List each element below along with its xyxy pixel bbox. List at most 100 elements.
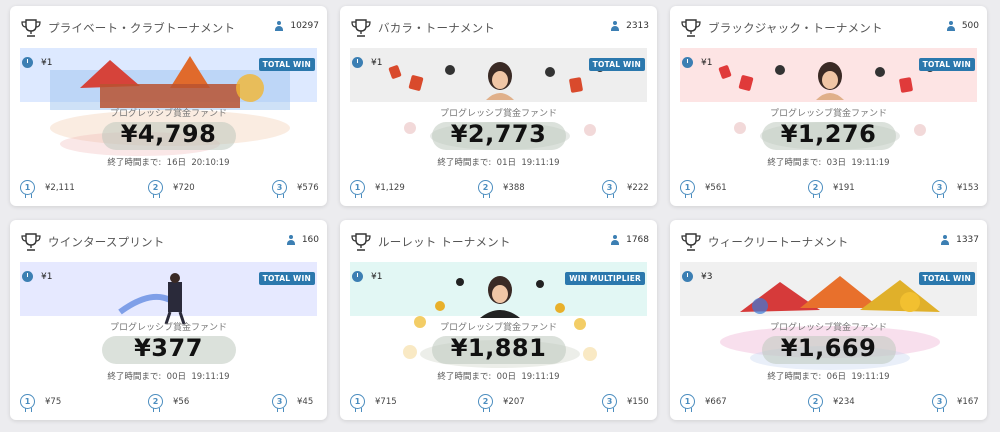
bet-value: ¥1 (41, 271, 53, 282)
bet-amount: ¥3 (682, 271, 712, 282)
player-count-value: 1768 (626, 235, 649, 245)
card-header: ブラックジャック・トーナメント 500 (670, 6, 987, 46)
prize-2: 2 ¥56 (148, 394, 190, 412)
tournament-card[interactable]: ルーレット トーナメント 1768 ¥1 WIN MULTIPLIER プログレ… (340, 220, 657, 420)
player-count-value: 2313 (626, 21, 649, 31)
trophy-icon (350, 18, 372, 38)
prize-value: ¥2,111 (45, 182, 75, 193)
medal-icon: 3 (602, 394, 617, 412)
prize-1: 1 ¥1,129 (350, 180, 405, 198)
prize-value: ¥45 (297, 396, 314, 407)
time-remaining: 終了時間まで: 03日 19:11:19 (767, 158, 890, 168)
clock-icon (352, 271, 363, 282)
prize-value: ¥561 (705, 182, 727, 193)
card-header: プライベート・クラブトーナメント 10297 (10, 6, 327, 46)
prize-row: 1 ¥667 2 ¥234 3 ¥167 (670, 394, 987, 412)
tournament-title: ルーレット トーナメント (378, 235, 511, 249)
bet-amount: ¥1 (682, 57, 712, 68)
prize-2: 2 ¥388 (478, 180, 525, 198)
win-type-badge: TOTAL WIN (588, 58, 645, 71)
medal-icon: 2 (808, 180, 823, 198)
prize-value: ¥150 (627, 396, 649, 407)
time-remaining: 終了時間まで: 01日 19:11:19 (437, 158, 560, 168)
trophy-icon (20, 232, 42, 252)
fund-label: プログレッシブ賞金ファンド (769, 109, 887, 119)
prize-1: 1 ¥561 (680, 180, 727, 198)
fund-label: プログレッシブ賞金ファンド (769, 323, 887, 333)
medal-icon: 3 (932, 394, 947, 412)
bet-value: ¥1 (371, 271, 383, 282)
player-count: 1768 (610, 235, 649, 245)
tournament-card[interactable]: プライベート・クラブトーナメント 10297 ¥1 TOTAL WIN プログレ… (10, 6, 327, 206)
win-type-badge: WIN MULTIPLIER (565, 272, 645, 285)
medal-icon: 3 (272, 394, 287, 412)
fund-value: ¥377 (134, 334, 203, 362)
fund-value: ¥1,276 (780, 120, 877, 148)
prize-value: ¥153 (957, 182, 979, 193)
fund-label: プログレッシブ賞金ファンド (109, 323, 227, 333)
prize-value: ¥1,129 (375, 182, 405, 193)
prize-row: 1 ¥561 2 ¥191 3 ¥153 (670, 180, 987, 198)
medal-icon: 1 (680, 180, 695, 198)
win-type-badge: TOTAL WIN (918, 272, 975, 285)
user-icon (946, 21, 956, 31)
user-icon (286, 235, 296, 245)
user-icon (940, 235, 950, 245)
prize-row: 1 ¥1,129 2 ¥388 3 ¥222 (340, 180, 657, 198)
time-remaining: 終了時間まで: 00日 19:11:19 (437, 372, 560, 382)
time-remaining: 終了時間まで: 16日 20:10:19 (107, 158, 230, 168)
prize-value: ¥234 (833, 396, 855, 407)
prize-3: 3 ¥45 (272, 394, 314, 412)
prize-row: 1 ¥715 2 ¥207 3 ¥150 (340, 394, 657, 412)
fund-label: プログレッシブ賞金ファンド (439, 323, 557, 333)
win-type-badge: TOTAL WIN (258, 58, 315, 71)
tournament-title: ウインタースプリント (48, 235, 165, 249)
medal-icon: 2 (148, 180, 163, 198)
player-count-value: 500 (961, 21, 979, 31)
user-icon (274, 21, 284, 31)
card-header: バカラ・トーナメント 2313 (340, 6, 657, 46)
medal-icon: 3 (932, 180, 947, 198)
tournament-card[interactable]: ウィークリートーナメント 1337 ¥3 TOTAL WIN プログレッシブ賞金… (670, 220, 987, 420)
prize-value: ¥75 (45, 396, 62, 407)
prize-3: 3 ¥150 (602, 394, 649, 412)
medal-icon: 1 (680, 394, 695, 412)
prize-value: ¥388 (503, 182, 525, 193)
tournament-grid: プライベート・クラブトーナメント 10297 ¥1 TOTAL WIN プログレ… (0, 0, 1000, 432)
tournament-card[interactable]: ウインタースプリント 160 ¥1 TOTAL WIN プログレッシブ賞金ファン… (10, 220, 327, 420)
trophy-icon (350, 232, 372, 252)
fund-value: ¥1,881 (450, 334, 547, 362)
win-type-badge: TOTAL WIN (918, 58, 975, 71)
prize-row: 1 ¥2,111 2 ¥720 3 ¥576 (10, 180, 327, 198)
prize-value: ¥720 (173, 182, 195, 193)
prize-1: 1 ¥715 (350, 394, 397, 412)
fund-value: ¥2,773 (450, 120, 547, 148)
tournament-card[interactable]: バカラ・トーナメント 2313 ¥1 TOTAL WIN プログレッシブ賞金ファ… (340, 6, 657, 206)
prize-2: 2 ¥234 (808, 394, 855, 412)
time-remaining: 終了時間まで: 00日 19:11:19 (107, 372, 230, 382)
tournament-title: バカラ・トーナメント (378, 21, 495, 35)
trophy-icon (680, 232, 702, 252)
bet-value: ¥1 (41, 57, 53, 68)
medal-icon: 2 (808, 394, 823, 412)
player-count-value: 10297 (290, 21, 319, 31)
bet-value: ¥1 (701, 57, 713, 68)
clock-icon (22, 57, 33, 68)
tournament-title: ウィークリートーナメント (708, 235, 849, 249)
trophy-icon (20, 18, 42, 38)
prize-1: 1 ¥2,111 (20, 180, 75, 198)
medal-icon: 3 (272, 180, 287, 198)
clock-icon (682, 57, 693, 68)
player-count: 500 (946, 21, 979, 31)
clock-icon (682, 271, 693, 282)
prize-value: ¥667 (705, 396, 727, 407)
medal-icon: 1 (20, 394, 35, 412)
win-type-badge: TOTAL WIN (258, 272, 315, 285)
prize-value: ¥56 (173, 396, 190, 407)
time-remaining: 終了時間まで: 06日 19:11:19 (767, 372, 890, 382)
clock-icon (22, 271, 33, 282)
bet-value: ¥3 (701, 271, 713, 282)
prize-3: 3 ¥153 (932, 180, 979, 198)
fund-label: プログレッシブ賞金ファンド (109, 109, 227, 119)
tournament-card[interactable]: ブラックジャック・トーナメント 500 ¥1 TOTAL WIN プログレッシブ… (670, 6, 987, 206)
